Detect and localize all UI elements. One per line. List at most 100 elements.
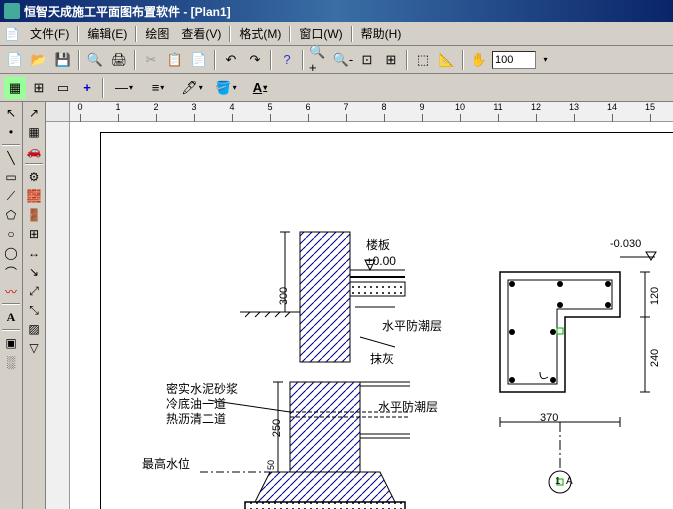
rect-tool[interactable]: ▭	[1, 168, 21, 186]
zoom-out-button[interactable]: 🔍-	[332, 49, 354, 71]
copy-button[interactable]: 📋	[164, 49, 186, 71]
object-toolbar: ↗ ▦ 🚗 ⚙ 🧱 🚪 ⊞ ↔ ↘ ⤢ ⤡ ▨ ▽	[23, 102, 46, 509]
add-button[interactable]: +	[76, 77, 98, 99]
window-titlebar: 恒智天成施工平面图布置软件 - [Plan1]	[0, 0, 673, 22]
line-weight-dropdown[interactable]: ≡	[142, 77, 174, 99]
bubble-1: 1	[555, 476, 561, 487]
menu-file[interactable]: 文件(F)	[24, 23, 75, 44]
arc-tool[interactable]: ⌒	[1, 263, 21, 281]
paste-button[interactable]: 📄	[188, 49, 210, 71]
menu-view[interactable]: 查看(V)	[175, 23, 227, 44]
pan-button[interactable]: ✋	[468, 49, 490, 71]
zoom-dropdown[interactable]	[538, 49, 552, 71]
ruler-horizontal: 0123456789101112131415	[70, 102, 673, 122]
line-color-dropdown[interactable]: 🖊	[176, 77, 208, 99]
document-icon: 📄	[4, 26, 20, 42]
standard-toolbar: 📄 📂 💾 🔍 🖨 ✂ 📋 📄 ↶ ↷ ? 🔍+ 🔍- ⊡ ⊞ ⬚ 📐 ✋	[0, 46, 673, 74]
toolbar-separator	[2, 329, 20, 331]
break-tool[interactable]: ⤢	[24, 282, 44, 300]
workspace: ↖ • ╲ ▭ ⟋ ⬠ ○ ◯ ⌒ 〰 A ▣ ░ ↗ ▦ 🚗 ⚙ 🧱 🚪 ⊞ …	[0, 102, 673, 509]
drawing-canvas[interactable]: 楼板 ±0.00 水平防潮层 抹灰 密实水泥砂浆 冷底油一道 热沥清二道 水平防…	[70, 122, 673, 509]
redo-button[interactable]: ↷	[244, 49, 266, 71]
pattern-tool[interactable]: ▦	[24, 123, 44, 141]
toolbar-separator	[2, 303, 20, 305]
curve-tool[interactable]: 〰	[1, 282, 21, 300]
toolbar-separator	[302, 50, 304, 70]
zoom-input[interactable]	[492, 51, 536, 69]
zoom-window-button[interactable]: ⊡	[356, 49, 378, 71]
cut-button[interactable]: ✂	[140, 49, 162, 71]
menu-window[interactable]: 窗口(W)	[293, 23, 348, 44]
print-button[interactable]: 🖨	[108, 49, 130, 71]
point-tool[interactable]: •	[1, 123, 21, 141]
toolbar-separator	[134, 50, 136, 70]
pointer-tool[interactable]: ↖	[1, 104, 21, 122]
menu-edit[interactable]: 编辑(E)	[81, 23, 133, 44]
area-tool[interactable]: ▨	[24, 320, 44, 338]
bubble-a: A	[566, 476, 573, 487]
line-style-dropdown[interactable]: —	[108, 77, 140, 99]
label-hdamp1: 水平防潮层	[382, 317, 442, 334]
menu-format[interactable]: 格式(M)	[233, 23, 287, 44]
measure-button[interactable]: 📐	[436, 49, 458, 71]
app-icon	[4, 3, 20, 19]
zoom-extents-button[interactable]: ⊞	[380, 49, 402, 71]
dim-250: 250	[271, 419, 283, 437]
ruler-corner	[46, 102, 70, 122]
help-button[interactable]: ?	[276, 49, 298, 71]
menu-bar: 📄 文件(F) 编辑(E) 绘图 查看(V) 格式(M) 窗口(W) 帮助(H)	[0, 22, 673, 46]
dim-neg030: -0.030	[610, 238, 641, 250]
line-tool[interactable]: ╲	[1, 149, 21, 167]
dimension-tool[interactable]: ↔	[24, 244, 44, 262]
door-tool[interactable]: 🚪	[24, 206, 44, 224]
hatch-tool[interactable]: ░	[1, 353, 21, 371]
window-title: 恒智天成施工平面图布置软件 - [Plan1]	[24, 3, 231, 20]
leader-tool[interactable]: ↘	[24, 263, 44, 281]
cad-drawing: 楼板 ±0.00 水平防潮层 抹灰 密实水泥砂浆 冷底油一道 热沥清二道 水平防…	[70, 122, 673, 509]
text-tool[interactable]: A	[1, 308, 21, 326]
menu-separator	[135, 26, 137, 42]
save-button[interactable]: 💾	[52, 49, 74, 71]
vehicle-tool[interactable]: 🚗	[24, 142, 44, 160]
undo-button[interactable]: ↶	[220, 49, 242, 71]
menu-separator	[77, 26, 79, 42]
dim-120: 120	[649, 287, 661, 305]
insert-block-tool[interactable]: ▣	[1, 334, 21, 352]
crane-tool[interactable]: ⚙	[24, 168, 44, 186]
wall-tool[interactable]: 🧱	[24, 187, 44, 205]
label-hot: 热沥清二道	[166, 410, 226, 427]
fill-color-dropdown[interactable]: 🪣	[210, 77, 242, 99]
polyline-tool[interactable]: ⟋	[1, 187, 21, 205]
menu-separator	[351, 26, 353, 42]
elevation-tool[interactable]: ▽	[24, 339, 44, 357]
circle-tool[interactable]: ◯	[1, 244, 21, 262]
grid-button[interactable]: ▦	[4, 77, 26, 99]
toolbar-separator	[25, 163, 43, 165]
snap-button[interactable]: ⊞	[28, 77, 50, 99]
zoom-in-button[interactable]: 🔍+	[308, 49, 330, 71]
toolbar-separator	[462, 50, 464, 70]
label-plaster: 抹灰	[370, 350, 394, 367]
dim-300: 300	[278, 287, 290, 305]
dim-240: 240	[649, 349, 661, 367]
toolbar-separator	[78, 50, 80, 70]
window-tool[interactable]: ⊞	[24, 225, 44, 243]
text-color-dropdown[interactable]: A	[244, 77, 276, 99]
open-button[interactable]: 📂	[28, 49, 50, 71]
toolbar-separator	[102, 78, 104, 98]
new-button[interactable]: 📄	[4, 49, 26, 71]
format-toolbar: ▦ ⊞ ▭ + — ≡ 🖊 🪣 A	[0, 74, 673, 102]
scale-tool[interactable]: ⤡	[24, 301, 44, 319]
ellipse-tool[interactable]: ○	[1, 225, 21, 243]
menu-separator	[289, 26, 291, 42]
select-similar-tool[interactable]: ↗	[24, 104, 44, 122]
ortho-button[interactable]: ▭	[52, 77, 74, 99]
menu-help[interactable]: 帮助(H)	[355, 23, 408, 44]
menu-draw[interactable]: 绘图	[139, 23, 175, 44]
polygon-tool[interactable]: ⬠	[1, 206, 21, 224]
dim-370: 370	[540, 412, 558, 424]
region-tool-button[interactable]: ⬚	[412, 49, 434, 71]
preview-button[interactable]: 🔍	[84, 49, 106, 71]
canvas-area: 0123456789101112131415	[46, 102, 673, 509]
label-elev0: ±0.00	[366, 254, 396, 268]
